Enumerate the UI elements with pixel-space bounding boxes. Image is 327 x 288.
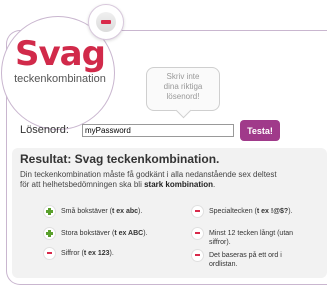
password-input[interactable]	[82, 124, 234, 137]
criterion-text: Stora bokstäver (t ex ABC).	[61, 230, 148, 237]
criterion-dictionary: Det baseras på ett ord i ordlistan.	[192, 250, 312, 269]
criterion-text: Siffror (t ex 123).	[61, 250, 114, 257]
tooltip-line-1: Skriv inte	[166, 72, 200, 81]
criterion-digits: Siffror (t ex 123).	[44, 248, 164, 259]
criterion-text: Specialtecken (t ex !@$?).	[209, 208, 293, 215]
desc-text: för att helhetsbedömningen ska bli	[20, 180, 145, 189]
test-button[interactable]: Testa!	[240, 120, 280, 141]
plus-icon	[44, 228, 55, 239]
criterion-special: Specialtecken (t ex !@$?).	[192, 206, 312, 217]
tooltip-line-2: dina riktiga	[163, 82, 203, 91]
logo-title: Svag	[15, 34, 106, 74]
warning-tooltip: Skriv inte dina riktiga lösenord!	[146, 67, 220, 111]
result-title: Resultat: Svag teckenkombination.	[20, 152, 220, 166]
result-desc-line-2: för att helhetsbedömningen ska bli stark…	[20, 180, 320, 190]
minus-icon	[192, 206, 203, 217]
minus-icon	[192, 250, 203, 261]
criterion-text: Små bokstäver (t ex abc).	[61, 208, 143, 215]
plus-icon	[44, 206, 55, 217]
desc-bold: stark kombination	[144, 180, 213, 189]
criterion-length: Minst 12 tecken långt (utan siffror).	[192, 228, 312, 247]
minus-icon	[101, 20, 111, 24]
password-label: Lösenord:	[20, 124, 69, 136]
logo-subtitle: teckenkombination	[14, 73, 106, 85]
minus-icon	[44, 248, 55, 259]
desc-suffix: .	[212, 180, 216, 189]
minus-icon	[192, 228, 203, 239]
criterion-text: Minst 12 tecken långt (utan siffror).	[209, 230, 294, 246]
tooltip-line-3: lösenord!	[166, 92, 200, 101]
result-desc-line-1: Din teckenkombination måste få godkänt i…	[20, 170, 277, 179]
criterion-lowercase: Små bokstäver (t ex abc).	[44, 206, 164, 217]
criterion-uppercase: Stora bokstäver (t ex ABC).	[44, 228, 164, 239]
criterion-text: Det baseras på ett ord i ordlistan.	[209, 252, 282, 268]
result-description: Din teckenkombination måste få godkänt i…	[20, 170, 320, 190]
